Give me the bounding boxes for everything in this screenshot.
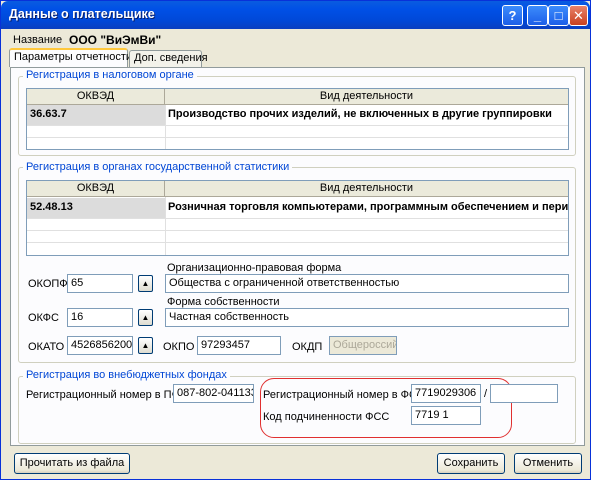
table-row[interactable]: 52.48.13 Розничная торговля компьютерами… — [27, 198, 568, 218]
fss-code-field[interactable]: 7719 1 — [411, 406, 481, 425]
column-header-okved[interactable]: ОКВЭД — [27, 181, 165, 197]
okopf-label: ОКОПФ — [28, 278, 68, 290]
close-button[interactable]: ✕ — [569, 5, 588, 26]
okfs-field[interactable]: 16 — [67, 308, 133, 327]
stat-group-title: Регистрация в органах государственной ст… — [23, 161, 293, 173]
tax-okved-grid[interactable]: ОКВЭД Вид деятельности 36.63.7 Производс… — [26, 88, 569, 150]
okfs-picker-button[interactable]: ▲ — [138, 309, 153, 326]
read-from-file-button[interactable]: Прочитать из файла — [14, 453, 130, 474]
fss-code-label: Код подчиненности ФСС — [263, 411, 390, 423]
okato-picker-button[interactable]: ▲ — [138, 337, 153, 354]
okopf-desc-label: Организационно-правовая форма — [167, 262, 342, 274]
arrow-up-icon: ▲ — [141, 279, 150, 288]
okdp-field: Общероссийс — [329, 336, 397, 355]
grid-line — [27, 137, 568, 138]
grid-header: ОКВЭД Вид деятельности — [27, 89, 568, 105]
help-button[interactable]: ? — [502, 5, 523, 26]
column-header-activity[interactable]: Вид деятельности — [165, 181, 568, 197]
okved-cell: 36.63.7 — [27, 105, 165, 125]
cancel-button[interactable]: Отменить — [514, 453, 582, 474]
okdp-label: ОКДП — [292, 341, 323, 353]
grid-line — [27, 230, 568, 231]
activity-cell: Розничная торговля компьютерами, програм… — [168, 201, 568, 213]
okfs-label: ОКФС — [28, 312, 59, 324]
okved-cell: 52.48.13 — [27, 198, 165, 218]
grid-line — [27, 218, 568, 219]
okpo-label: ОКПО — [163, 341, 195, 353]
pf-number-field[interactable]: 087-802-041133 — [173, 384, 254, 403]
grid-vline — [165, 197, 166, 255]
fss-slash: / — [484, 388, 488, 400]
fss-number-field[interactable]: 7719029306 — [411, 384, 481, 403]
window-title: Данные о плательщике — [9, 7, 155, 21]
stat-okved-grid[interactable]: ОКВЭД Вид деятельности 52.48.13 Рознична… — [26, 180, 569, 256]
minimize-button[interactable]: _ — [527, 5, 548, 26]
okfs-desc-label: Форма собственности — [167, 296, 280, 308]
name-value: ООО "ВиЭмВи" — [69, 33, 162, 47]
tax-group-title: Регистрация в налоговом органе — [23, 69, 197, 81]
okopf-description-field[interactable]: Общества с ограниченной ответственностью — [165, 274, 569, 293]
column-header-activity[interactable]: Вид деятельности — [165, 89, 568, 105]
dialog-window: Данные о плательщике ? _ □ ✕ Название ОО… — [0, 0, 591, 480]
tab-report-params[interactable]: Параметры отчетности — [9, 48, 132, 67]
fss-extra-field[interactable] — [490, 384, 558, 403]
okopf-picker-button[interactable]: ▲ — [138, 275, 153, 292]
arrow-up-icon: ▲ — [141, 341, 150, 350]
pf-label: Регистрационный номер в ПФ — [26, 389, 180, 401]
save-button[interactable]: Сохранить — [437, 453, 505, 474]
okfs-description-field[interactable]: Частная собственность — [165, 308, 569, 327]
table-row[interactable]: 36.63.7 Производство прочих изделий, не … — [27, 105, 568, 125]
okopf-field[interactable]: 65 — [67, 274, 133, 293]
okato-label: ОКАТО — [28, 341, 65, 353]
tab-extra-info[interactable]: Доп. сведения — [129, 50, 208, 67]
grid-line — [27, 125, 568, 126]
okpo-field[interactable]: 97293457 — [197, 336, 281, 355]
maximize-button[interactable]: □ — [548, 5, 569, 26]
title-bar[interactable]: Данные о плательщике ? _ □ ✕ — [1, 1, 590, 29]
fss-label: Регистрационный номер в ФСС — [263, 389, 425, 401]
grid-line — [27, 242, 568, 243]
arrow-up-icon: ▲ — [141, 313, 150, 322]
funds-group-title: Регистрация во внебюджетных фондах — [23, 369, 230, 381]
activity-cell: Производство прочих изделий, не включенн… — [168, 108, 552, 120]
okato-field[interactable]: 45268562000 — [67, 336, 133, 355]
grid-vline — [165, 105, 166, 149]
column-header-okved[interactable]: ОКВЭД — [27, 89, 165, 105]
name-label: Название — [13, 34, 63, 46]
grid-header: ОКВЭД Вид деятельности — [27, 181, 568, 197]
